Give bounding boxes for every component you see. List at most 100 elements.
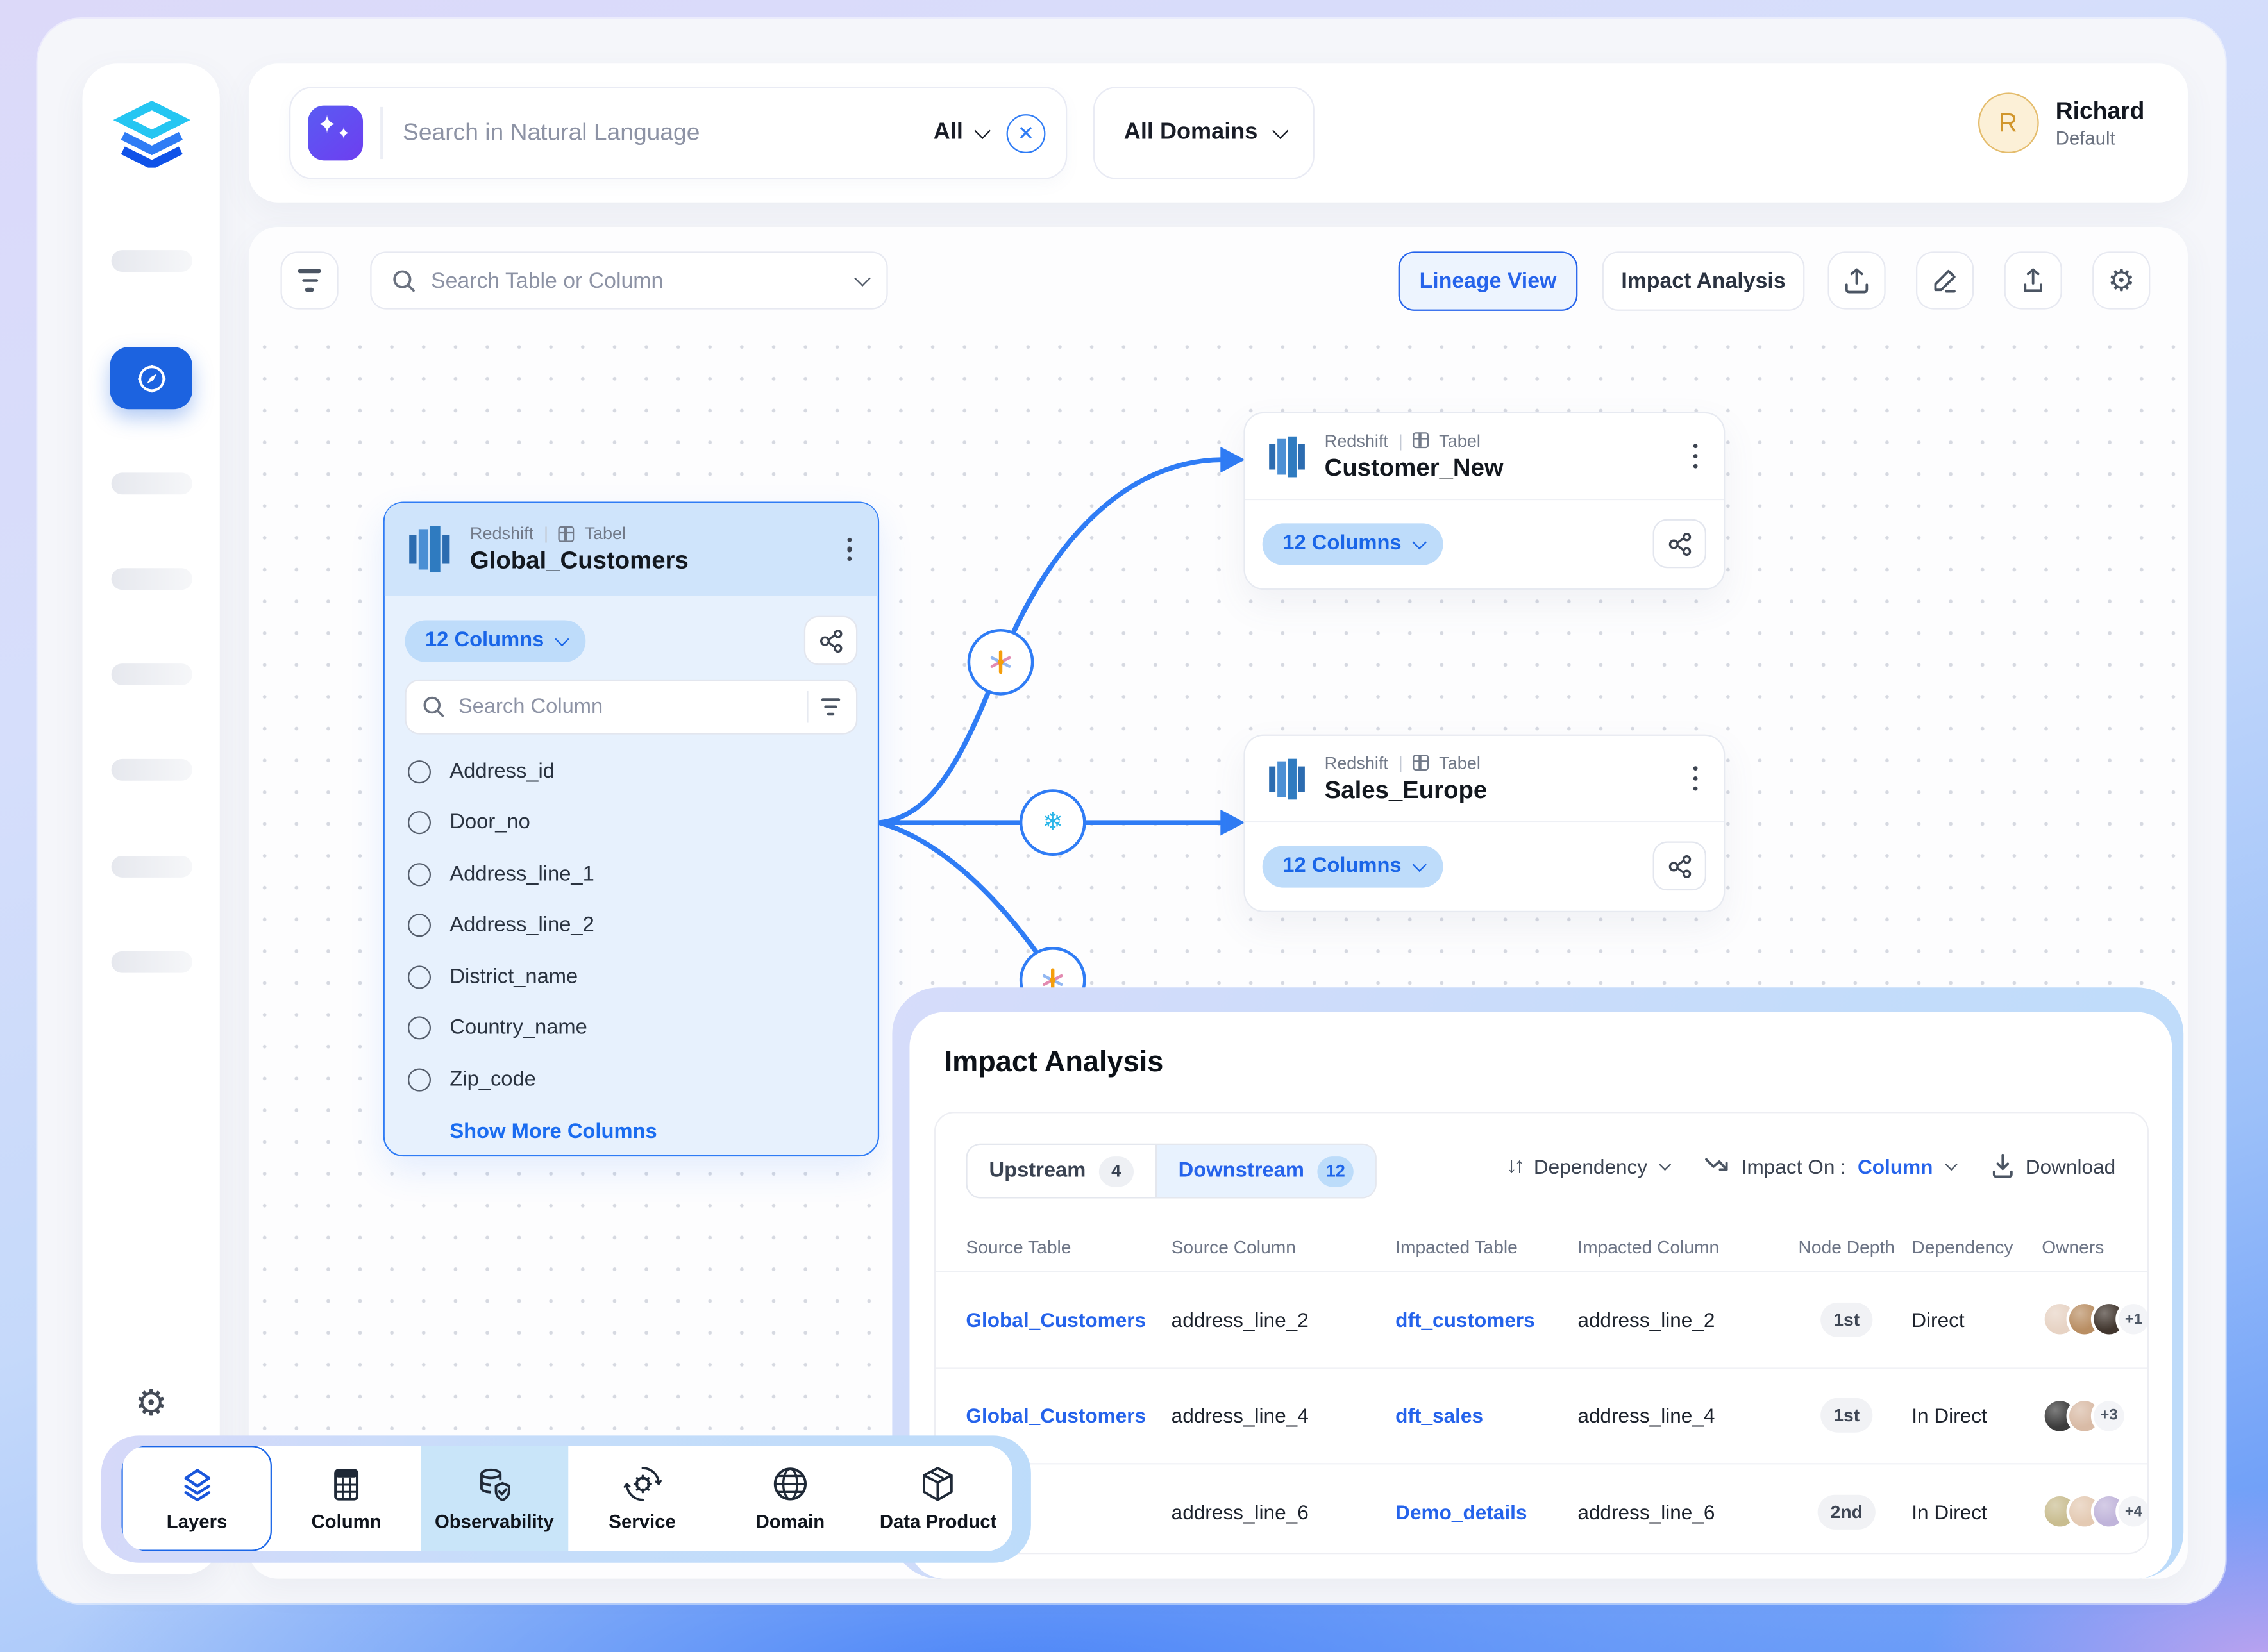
sidebar-skeleton-item	[112, 568, 192, 590]
app-window: ⚙ ✦✦ Search in Natural Language All ✕ Al…	[38, 19, 2226, 1603]
column-radio[interactable]	[408, 1068, 431, 1091]
column-search-input[interactable]: Search Column	[405, 680, 857, 735]
table-node-customer-new[interactable]: Redshift| Tabel Customer_New 12 Columns	[1243, 412, 1725, 590]
table-header-row: Source TableSource ColumnImpacted TableI…	[936, 1223, 2147, 1272]
column-filter-icon[interactable]	[821, 697, 840, 716]
impact-on-dropdown[interactable]: Impact On : Column	[1705, 1155, 1953, 1178]
column-radio[interactable]	[408, 914, 431, 937]
columns-count-pill[interactable]: 12 Columns	[405, 619, 585, 661]
node-title: Sales_Europe	[1325, 776, 1488, 805]
impacted-table-link[interactable]: dft_sales	[1395, 1404, 1577, 1427]
owners-cell: +3	[2042, 1398, 2147, 1433]
source-table-link[interactable]: Global_Customers	[936, 1308, 1172, 1331]
impacted-column-cell: address_line_2	[1577, 1308, 1781, 1331]
dock-item-label: Data Product	[880, 1511, 996, 1533]
column-list-item[interactable]: Address_line_1	[408, 849, 857, 900]
column-list-item[interactable]: Country_name	[408, 1003, 857, 1054]
table-node-sales-europe[interactable]: Redshift| Tabel Sales_Europe 12 Columns	[1243, 735, 1725, 912]
owners-more-badge[interactable]: +4	[2115, 1494, 2149, 1530]
table-node-global-customers[interactable]: Redshift| Tabel Global_Customers 12 Colu…	[383, 502, 879, 1157]
table-row[interactable]: Global_Customersaddress_line_4dft_salesa…	[936, 1368, 2147, 1464]
ai-search-placeholder[interactable]: Search in Natural Language	[403, 119, 934, 147]
impacted-table-link[interactable]: dft_customers	[1395, 1308, 1577, 1331]
search-table-input[interactable]: Search Table or Column	[370, 251, 887, 309]
user-profile[interactable]: R Richard Default	[1978, 92, 2144, 153]
filter-button[interactable]	[280, 251, 338, 309]
node-menu-icon[interactable]	[1687, 438, 1704, 474]
sidebar-settings-icon[interactable]: ⚙	[83, 1382, 220, 1426]
dock-item-column[interactable]: Column	[273, 1446, 421, 1551]
sidebar-item-explore-active[interactable]	[110, 347, 192, 409]
node-menu-icon[interactable]	[841, 531, 858, 567]
pipeline-node[interactable]	[968, 629, 1034, 696]
clear-search-icon[interactable]: ✕	[1007, 113, 1046, 153]
data-product-icon	[919, 1464, 958, 1503]
table-body: Global_Customersaddress_line_2dft_custom…	[936, 1272, 2147, 1554]
download-button[interactable]: Download	[1991, 1154, 2116, 1178]
column-list-item[interactable]: Address_id	[408, 746, 857, 797]
column-radio[interactable]	[408, 760, 431, 783]
column-list-item[interactable]: Address_line_2	[408, 900, 857, 951]
column-radio[interactable]	[408, 863, 431, 886]
owners-more-badge[interactable]: +1	[2115, 1301, 2149, 1337]
table-row[interactable]: address_line_6Demo_detailsaddress_line_6…	[936, 1464, 2147, 1554]
show-more-columns-link[interactable]: Show More Columns	[385, 1105, 878, 1143]
source-table-link[interactable]: Global_Customers	[936, 1404, 1172, 1427]
node-depth-badge: 1st	[1820, 1398, 1872, 1433]
edit-button[interactable]	[1916, 251, 1974, 309]
columns-count-pill[interactable]: 12 Columns	[1263, 845, 1443, 887]
dock-item-data-product[interactable]: Data Product	[864, 1446, 1012, 1551]
count-badge: 12	[1317, 1156, 1354, 1186]
table-header-cell: Impacted Column	[1577, 1237, 1781, 1257]
export-button[interactable]	[1827, 251, 1885, 309]
lineage-canvas[interactable]: ❄ Sear	[249, 227, 2188, 1579]
column-name: Country_name	[449, 1017, 587, 1040]
column-list-item[interactable]: Zip_code	[408, 1054, 857, 1105]
column-list-item[interactable]: District_name	[408, 951, 857, 1003]
divider	[380, 107, 382, 159]
expand-lineage-button[interactable]	[1653, 841, 1706, 890]
column-name: District_name	[449, 965, 578, 989]
tab-downstream[interactable]: Downstream 12	[1155, 1145, 1376, 1197]
settings-button[interactable]: ⚙	[2092, 251, 2150, 309]
owners-more-badge[interactable]: +3	[2091, 1398, 2127, 1433]
expand-lineage-button[interactable]	[1653, 519, 1706, 569]
share-button[interactable]	[2004, 251, 2062, 309]
column-radio[interactable]	[408, 812, 431, 835]
impact-analysis-button[interactable]: Impact Analysis	[1602, 251, 1805, 310]
impact-analysis-panel: Impact Analysis Upstream 4 Downstream 12	[909, 1012, 2172, 1579]
lineage-branch-icon	[818, 628, 844, 653]
expand-lineage-button[interactable]	[804, 616, 857, 665]
all-domains-dropdown[interactable]: All Domains	[1093, 87, 1315, 179]
node-title: Global_Customers	[470, 546, 689, 575]
node-depth-badge: 2nd	[1817, 1494, 1876, 1529]
source-column-cell: address_line_2	[1172, 1308, 1396, 1331]
column-radio[interactable]	[408, 965, 431, 989]
table-row[interactable]: Global_Customersaddress_line_2dft_custom…	[936, 1272, 2147, 1368]
dock-item-service[interactable]: Service	[568, 1446, 716, 1551]
columns-count-pill[interactable]: 12 Columns	[1263, 522, 1443, 564]
lineage-view-button[interactable]: Lineage View	[1399, 251, 1578, 310]
node-menu-icon[interactable]	[1687, 760, 1704, 796]
impacted-table-link[interactable]: Demo_details	[1395, 1500, 1577, 1523]
dock-item-label: Domain	[756, 1511, 825, 1533]
redshift-icon	[405, 523, 454, 575]
canvas-toolbar: Search Table or Column Lineage View Impa…	[249, 227, 2188, 331]
impact-table: Source TableSource ColumnImpacted TableI…	[936, 1223, 2147, 1553]
owners-cell: +1	[2042, 1301, 2149, 1337]
ai-scope-dropdown[interactable]: All	[934, 120, 986, 146]
dock-item-domain[interactable]: Domain	[716, 1446, 864, 1551]
dock-item-observability[interactable]: Observability	[420, 1446, 568, 1551]
search-icon	[392, 268, 416, 292]
column-radio[interactable]	[408, 1017, 431, 1040]
column-list-item[interactable]: Door_no	[408, 797, 857, 849]
pipeline-node[interactable]: ❄	[1020, 789, 1086, 856]
natural-language-search[interactable]: ✦✦ Search in Natural Language All ✕	[289, 87, 1067, 179]
node-title: Customer_New	[1325, 453, 1504, 482]
tab-upstream[interactable]: Upstream 4	[968, 1145, 1155, 1197]
sort-dependency-dropdown[interactable]: ↓↑ Dependency	[1506, 1154, 1668, 1178]
node-depth-cell: 2nd	[1781, 1494, 1911, 1529]
dock-item-layers[interactable]: Layers	[121, 1446, 272, 1551]
table-type-icon	[559, 526, 575, 542]
avatar: R	[1978, 92, 2038, 153]
